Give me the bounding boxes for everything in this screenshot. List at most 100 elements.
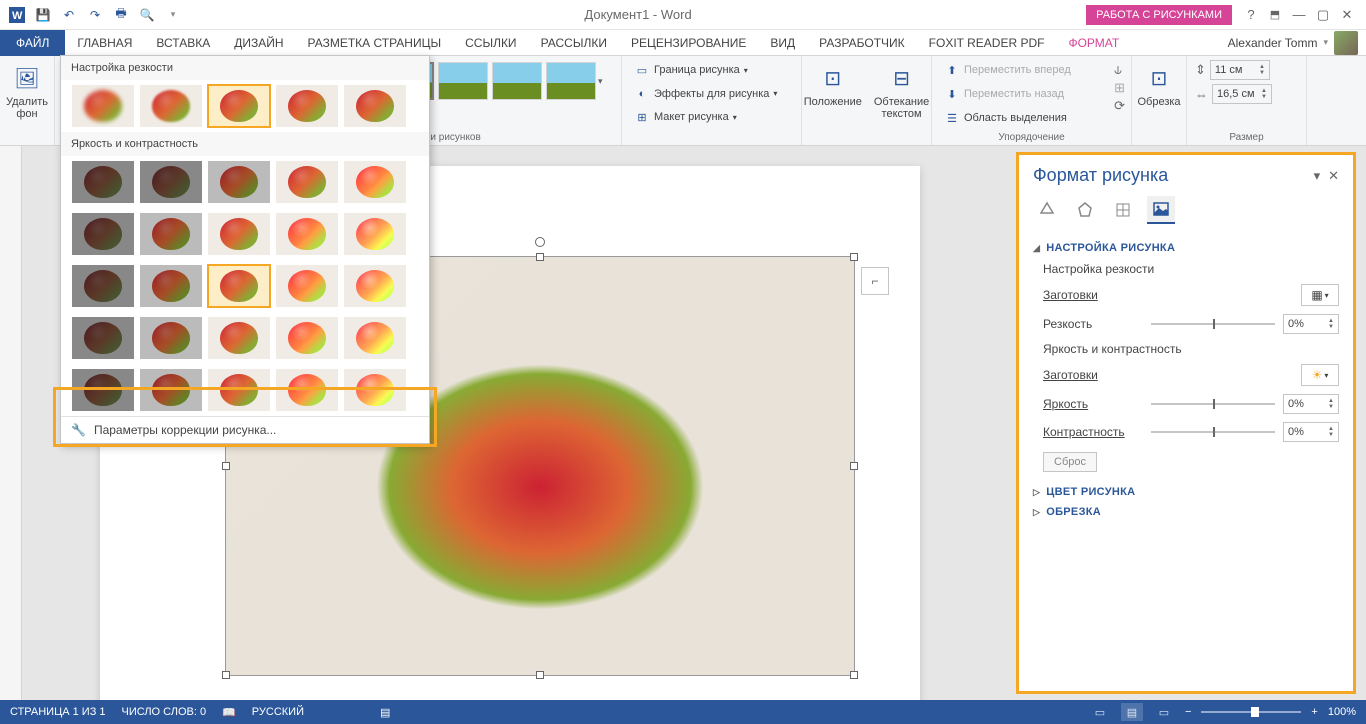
pane-menu-button[interactable]: ▾ (1314, 168, 1321, 184)
brightness-preset[interactable] (139, 160, 203, 204)
group-icon[interactable]: ⊞ (1114, 80, 1125, 96)
remove-background-button[interactable]: 🖼 Удалить фон (2, 60, 52, 122)
tab-review[interactable]: РЕЦЕНЗИРОВАНИЕ (619, 30, 758, 56)
maximize-button[interactable]: ▢ (1314, 6, 1332, 24)
zoom-icon[interactable]: 🔍 (136, 4, 158, 26)
tab-insert[interactable]: ВСТАВКА (144, 30, 222, 56)
brightness-preset[interactable] (71, 264, 135, 308)
print-button[interactable]: 🖶 (110, 4, 132, 26)
brightness-preset[interactable] (275, 160, 339, 204)
zoom-slider[interactable] (1201, 711, 1301, 713)
sharpness-preset[interactable] (71, 84, 135, 128)
picture-effects-button[interactable]: ◐Эффекты для рисунка▾ (630, 84, 781, 104)
tab-home[interactable]: ГЛАВНАЯ (65, 30, 144, 56)
view-print-button[interactable]: ▤ (1121, 703, 1143, 721)
view-read-button[interactable]: ▭ (1089, 703, 1111, 721)
tab-mailings[interactable]: РАССЫЛКИ (529, 30, 619, 56)
brightness-preset[interactable] (139, 316, 203, 360)
tab-foxit[interactable]: FOXIT READER PDF (917, 30, 1057, 56)
close-button[interactable]: ✕ (1338, 6, 1356, 24)
pane-tab-picture[interactable] (1147, 196, 1175, 224)
brightness-preset[interactable] (139, 368, 203, 412)
styles-more-button[interactable]: ▾ (598, 60, 614, 102)
minimize-button[interactable]: — (1290, 6, 1308, 24)
pane-close-button[interactable]: ✕ (1328, 168, 1339, 184)
layout-options-button[interactable]: ⌐ (861, 267, 889, 295)
tab-developer[interactable]: РАЗРАБОТЧИК (807, 30, 917, 56)
words-status[interactable]: ЧИСЛО СЛОВ: 0 (122, 706, 207, 718)
help-button[interactable]: ? (1242, 6, 1260, 24)
brightness-preset[interactable] (139, 212, 203, 256)
width-input[interactable]: 16,5 см▲▼ (1212, 84, 1272, 104)
brightness-preset[interactable] (207, 368, 271, 412)
file-tab[interactable]: ФАЙЛ (0, 30, 65, 56)
qat-customize[interactable]: ▾ (162, 4, 184, 26)
brightness-preset[interactable] (71, 212, 135, 256)
page-status[interactable]: СТРАНИЦА 1 ИЗ 1 (10, 706, 106, 718)
brightness-preset[interactable] (207, 160, 271, 204)
sharpness-presets-button[interactable]: ▦▾ (1301, 284, 1339, 306)
pane-tab-layout[interactable] (1109, 196, 1137, 224)
brightness-preset[interactable] (71, 316, 135, 360)
contrast-value-input[interactable]: 0%▲▼ (1283, 422, 1339, 442)
tab-view[interactable]: ВИД (758, 30, 807, 56)
brightness-value-input[interactable]: 0%▲▼ (1283, 394, 1339, 414)
brightness-preset[interactable] (207, 212, 271, 256)
height-input[interactable]: 11 см▲▼ (1210, 60, 1270, 80)
view-web-button[interactable]: ▭ (1153, 703, 1175, 721)
brightness-preset[interactable] (275, 368, 339, 412)
undo-button[interactable]: ↶ (58, 4, 80, 26)
brightness-preset[interactable] (275, 212, 339, 256)
zoom-level[interactable]: 100% (1328, 706, 1356, 718)
macro-icon[interactable]: ▤ (380, 706, 390, 719)
align-icon[interactable]: ⫝ (1114, 62, 1125, 78)
rotate-icon[interactable]: ⟳ (1114, 98, 1125, 114)
tab-references[interactable]: ССЫЛКИ (453, 30, 528, 56)
sharpness-preset[interactable] (139, 84, 203, 128)
crop-section[interactable]: ▷ОБРЕЗКА (1033, 502, 1339, 522)
pane-tab-fill[interactable] (1033, 196, 1061, 224)
redo-button[interactable]: ↷ (84, 4, 106, 26)
brightness-preset[interactable] (71, 160, 135, 204)
picture-color-section[interactable]: ▷ЦВЕТ РИСУНКА (1033, 482, 1339, 502)
reset-button[interactable]: Сброс (1043, 452, 1097, 472)
picture-corrections-section[interactable]: ◢НАСТРОЙКА РИСУНКА (1033, 238, 1339, 258)
contrast-slider[interactable] (1151, 431, 1275, 433)
tab-layout[interactable]: РАЗМЕТКА СТРАНИЦЫ (296, 30, 454, 56)
picture-style[interactable] (546, 62, 596, 100)
bring-forward-button[interactable]: ⬆Переместить вперед (940, 60, 1075, 80)
rotate-handle[interactable] (535, 237, 545, 247)
brightness-preset[interactable] (343, 212, 407, 256)
picture-layout-button[interactable]: ⊞Макет рисунка▾ (630, 107, 741, 127)
brightness-preset[interactable] (343, 316, 407, 360)
pane-tab-effects[interactable] (1071, 196, 1099, 224)
picture-style[interactable] (492, 62, 542, 100)
language-status[interactable]: РУССКИЙ (252, 706, 304, 718)
brightness-preset[interactable] (207, 316, 271, 360)
brightness-preset[interactable] (275, 316, 339, 360)
brightness-preset[interactable] (71, 368, 135, 412)
tab-design[interactable]: ДИЗАЙН (222, 30, 295, 56)
sharpness-preset[interactable] (275, 84, 339, 128)
picture-style[interactable] (438, 62, 488, 100)
brightness-preset[interactable] (343, 368, 407, 412)
tab-format[interactable]: ФОРМАТ (1056, 30, 1131, 56)
brightness-preset[interactable] (139, 264, 203, 308)
sharpness-value-input[interactable]: 0%▲▼ (1283, 314, 1339, 334)
zoom-in-button[interactable]: + (1311, 706, 1317, 718)
ribbon-options-button[interactable]: ⬒ (1266, 6, 1284, 24)
brightness-preset[interactable] (343, 264, 407, 308)
sharpness-preset-selected[interactable] (207, 84, 271, 128)
user-area[interactable]: Alexander Tomm ▾ (1228, 31, 1366, 55)
crop-button[interactable]: ⊡ Обрезка (1133, 60, 1184, 110)
brightness-slider[interactable] (1151, 403, 1275, 405)
brightness-preset[interactable] (275, 264, 339, 308)
brightness-preset[interactable] (343, 160, 407, 204)
zoom-out-button[interactable]: − (1185, 706, 1191, 718)
brightness-presets-button[interactable]: ☀▾ (1301, 364, 1339, 386)
selection-pane-button[interactable]: ☰Область выделения (940, 108, 1071, 128)
brightness-preset-selected[interactable] (207, 264, 271, 308)
save-button[interactable]: 💾 (32, 4, 54, 26)
sharpness-preset[interactable] (343, 84, 407, 128)
send-backward-button[interactable]: ⬇Переместить назад (940, 84, 1068, 104)
